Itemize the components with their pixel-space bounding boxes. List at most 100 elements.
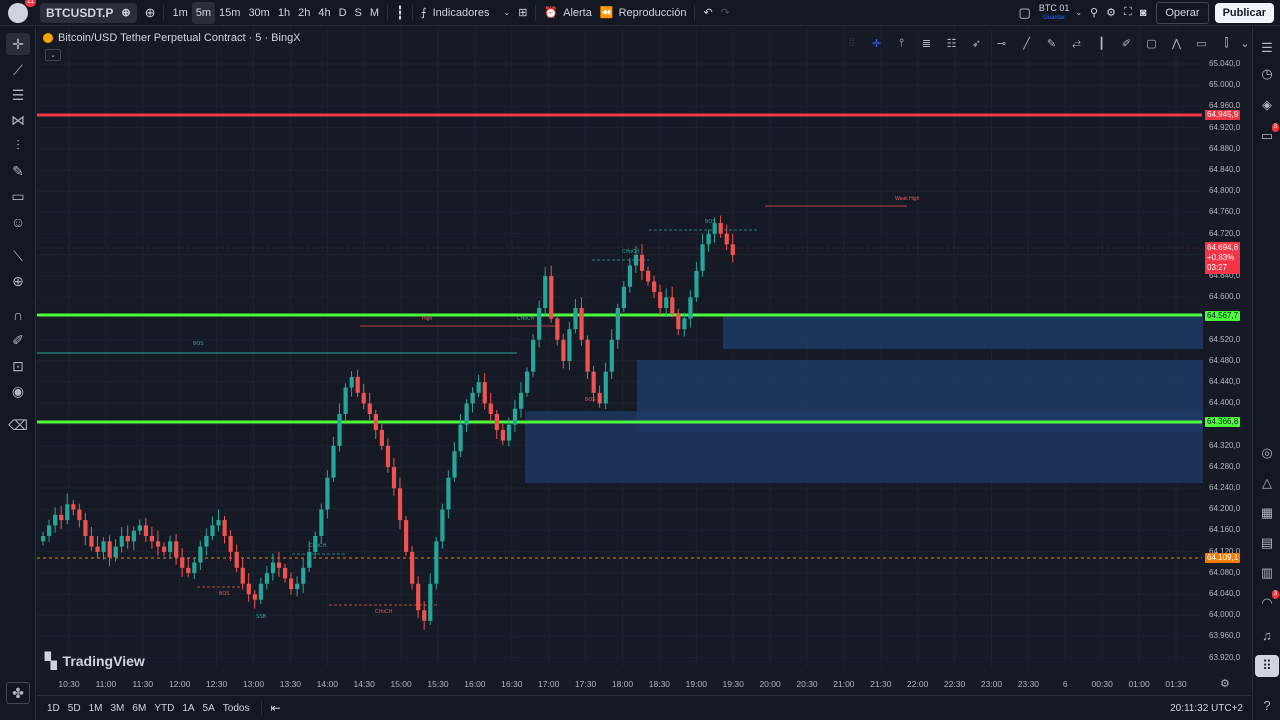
ruler-icon[interactable]: ⟍ <box>6 245 30 267</box>
notifications-icon[interactable]: ♫ <box>1255 624 1279 646</box>
interval-15m[interactable]: 15m <box>215 2 244 24</box>
user-avatar[interactable]: 11 <box>8 0 36 23</box>
fib-retracement-icon[interactable]: ≣ <box>914 32 939 54</box>
compare-icon[interactable]: ⊕ <box>121 6 130 19</box>
crosshair-icon[interactable]: ✛ <box>864 32 889 54</box>
replay-button[interactable]: ⏪ Reproducción <box>596 2 691 24</box>
interval-1m[interactable]: 1m <box>168 2 191 24</box>
interval-d[interactable]: D <box>335 2 351 24</box>
go-to-date-icon[interactable]: ⇤ <box>266 701 284 715</box>
fib-icon[interactable]: ☰ <box>6 84 30 106</box>
indicators-button[interactable]: ⨍ Indicadores ⌄ <box>417 2 514 24</box>
lock-icon[interactable]: ⊡ <box>6 355 30 377</box>
legend-collapse-chevron-icon[interactable]: ⌄ <box>45 49 61 61</box>
range-1a[interactable]: 1A <box>178 703 198 714</box>
rectangle-icon[interactable]: ▢ <box>1139 32 1164 54</box>
emoji-icon[interactable]: ☺ <box>6 211 30 233</box>
quick-search-icon[interactable]: ⚲ <box>1086 2 1102 24</box>
horizontal-ray-icon[interactable]: ⊸ <box>989 32 1014 54</box>
zoom-icon[interactable]: ⊕ <box>6 270 30 292</box>
interval-2h[interactable]: 2h <box>294 2 314 24</box>
publish-button[interactable]: Publicar <box>1214 2 1274 23</box>
interval-5m[interactable]: 5m <box>191 1 216 24</box>
range-1m[interactable]: 1M <box>85 703 107 714</box>
help-icon[interactable]: ? <box>1255 694 1279 716</box>
callout-icon[interactable]: ▭ <box>1189 32 1214 54</box>
long-position-icon[interactable]: ⫿ <box>1214 32 1239 54</box>
interval-1h[interactable]: 1h <box>274 2 294 24</box>
clock[interactable]: 20:11:32 UTC+2 <box>1170 703 1243 714</box>
tradingview-logo-icon[interactable]: ✤ <box>6 682 30 704</box>
templates-icon[interactable]: ⊞ <box>514 2 531 24</box>
interval-s[interactable]: S <box>351 2 366 24</box>
time-axis-tick: 18:30 <box>648 679 671 689</box>
choch-label: CHoCH <box>622 249 640 255</box>
ideas-icon[interactable]: ◎ <box>1255 442 1279 464</box>
candle-down <box>585 339 590 372</box>
range-ytd[interactable]: YTD <box>150 703 178 714</box>
redo-icon[interactable]: ↷ <box>717 2 734 24</box>
screener-icon[interactable]: ▥ <box>1255 562 1279 584</box>
alerts-icon[interactable]: ◷ <box>1255 63 1279 85</box>
drawing-tools-panel: ✛ ⟋ ☰ ⋈ ⫶ ✎ ▭ ☺ ⟍ ⊕ ∩ ✐ ⊡ ◉ ⌫ ✤ <box>0 27 36 720</box>
candle-down <box>143 525 149 537</box>
trend-line-icon[interactable]: ╱ <box>1014 32 1039 54</box>
range-6m[interactable]: 6M <box>128 703 150 714</box>
crosshair-icon[interactable]: ✛ <box>6 33 30 55</box>
range-5a[interactable]: 5A <box>199 703 219 714</box>
trade-button[interactable]: Operar <box>1156 1 1209 24</box>
time-axis-settings-gear-icon[interactable]: ⚙ <box>1220 677 1230 690</box>
lock-drawing-icon[interactable]: ✐ <box>6 329 30 351</box>
trend-line-icon[interactable]: ⟋ <box>6 59 30 81</box>
camera-icon[interactable]: ◙ <box>1136 2 1151 24</box>
drag-handle-icon[interactable]: ⁞⁞ <box>839 32 864 54</box>
range-todos[interactable]: Todos <box>219 703 254 714</box>
fullscreen-icon[interactable]: ⛶ <box>1120 2 1136 24</box>
range-5d[interactable]: 5D <box>64 703 85 714</box>
streams-icon[interactable]: ◠ 3 <box>1255 590 1279 614</box>
candle-down <box>422 610 427 621</box>
calendar-icon[interactable]: ▦ <box>1255 502 1279 524</box>
trash-icon[interactable]: ⌫ <box>6 414 30 436</box>
range-3m[interactable]: 3M <box>107 703 129 714</box>
tradingview-logo[interactable]: ▚ TradingView <box>45 652 145 670</box>
path-icon[interactable]: ⥄ <box>1064 32 1089 54</box>
time-axis-tick: 15:30 <box>427 679 449 689</box>
fib-extension-icon[interactable]: ☷ <box>939 32 964 54</box>
layout-square-icon[interactable]: ▢ <box>1015 2 1035 24</box>
pattern-icon[interactable]: ⋈ <box>6 109 30 131</box>
layout-menu-button[interactable]: BTC 01 Guardar ⌄ <box>1035 2 1086 24</box>
vertical-line-icon[interactable]: ┃ <box>1089 32 1114 54</box>
symbol-search-button[interactable]: BTCUSDT.P ⊕ <box>40 2 137 23</box>
news-icon[interactable]: △ <box>1255 472 1279 494</box>
text-icon[interactable]: ▭ <box>6 185 30 207</box>
pitchfork-icon[interactable]: ⫯ <box>889 32 914 54</box>
magnet-icon[interactable]: ∩ <box>6 304 30 326</box>
settings-gear-icon[interactable]: ⚙ <box>1102 2 1120 24</box>
interval-m[interactable]: M <box>366 2 383 24</box>
chat-icon[interactable]: ▭ 3 <box>1255 123 1279 147</box>
chevron-down-icon[interactable]: ⌄ <box>1239 32 1251 54</box>
chart-type-icon[interactable]: ┇ <box>392 2 408 24</box>
cursor-arrow-icon[interactable]: ➶ <box>964 32 989 54</box>
range-1d[interactable]: 1D <box>43 703 64 714</box>
hotlist-icon[interactable]: ▤ <box>1255 532 1279 554</box>
candle-up <box>567 329 572 361</box>
watchlist-icon[interactable]: ☰ <box>1255 37 1279 59</box>
brush-icon[interactable]: ✎ <box>6 160 30 182</box>
brush-icon[interactable]: ✎ <box>1039 32 1064 54</box>
eye-icon[interactable]: ◉ <box>6 380 30 402</box>
candle-up <box>349 376 354 388</box>
price-chart[interactable]: BOS BOS CHoCH CHoCH CHoCH CHoCH BOS BOS SSB Weak … <box>37 27 1251 695</box>
grid-icon[interactable]: ⠿ <box>1255 655 1279 677</box>
chart-area[interactable]: BOS BOS CHoCH CHoCH CHoCH CHoCH BOS BOS SSB Weak … <box>37 27 1251 695</box>
polyline-icon[interactable]: ⋀ <box>1164 32 1189 54</box>
undo-icon[interactable]: ↶ <box>699 2 716 24</box>
add-symbol-icon[interactable]: ⊕ <box>141 2 160 24</box>
highlighter-icon[interactable]: ✐ <box>1114 32 1139 54</box>
layers-icon[interactable]: ◈ <box>1255 94 1279 116</box>
interval-30m[interactable]: 30m <box>244 2 273 24</box>
alert-button[interactable]: ⏰ Alerta <box>540 2 595 24</box>
forecast-icon[interactable]: ⫶ <box>6 134 30 156</box>
interval-4h[interactable]: 4h <box>314 2 334 24</box>
